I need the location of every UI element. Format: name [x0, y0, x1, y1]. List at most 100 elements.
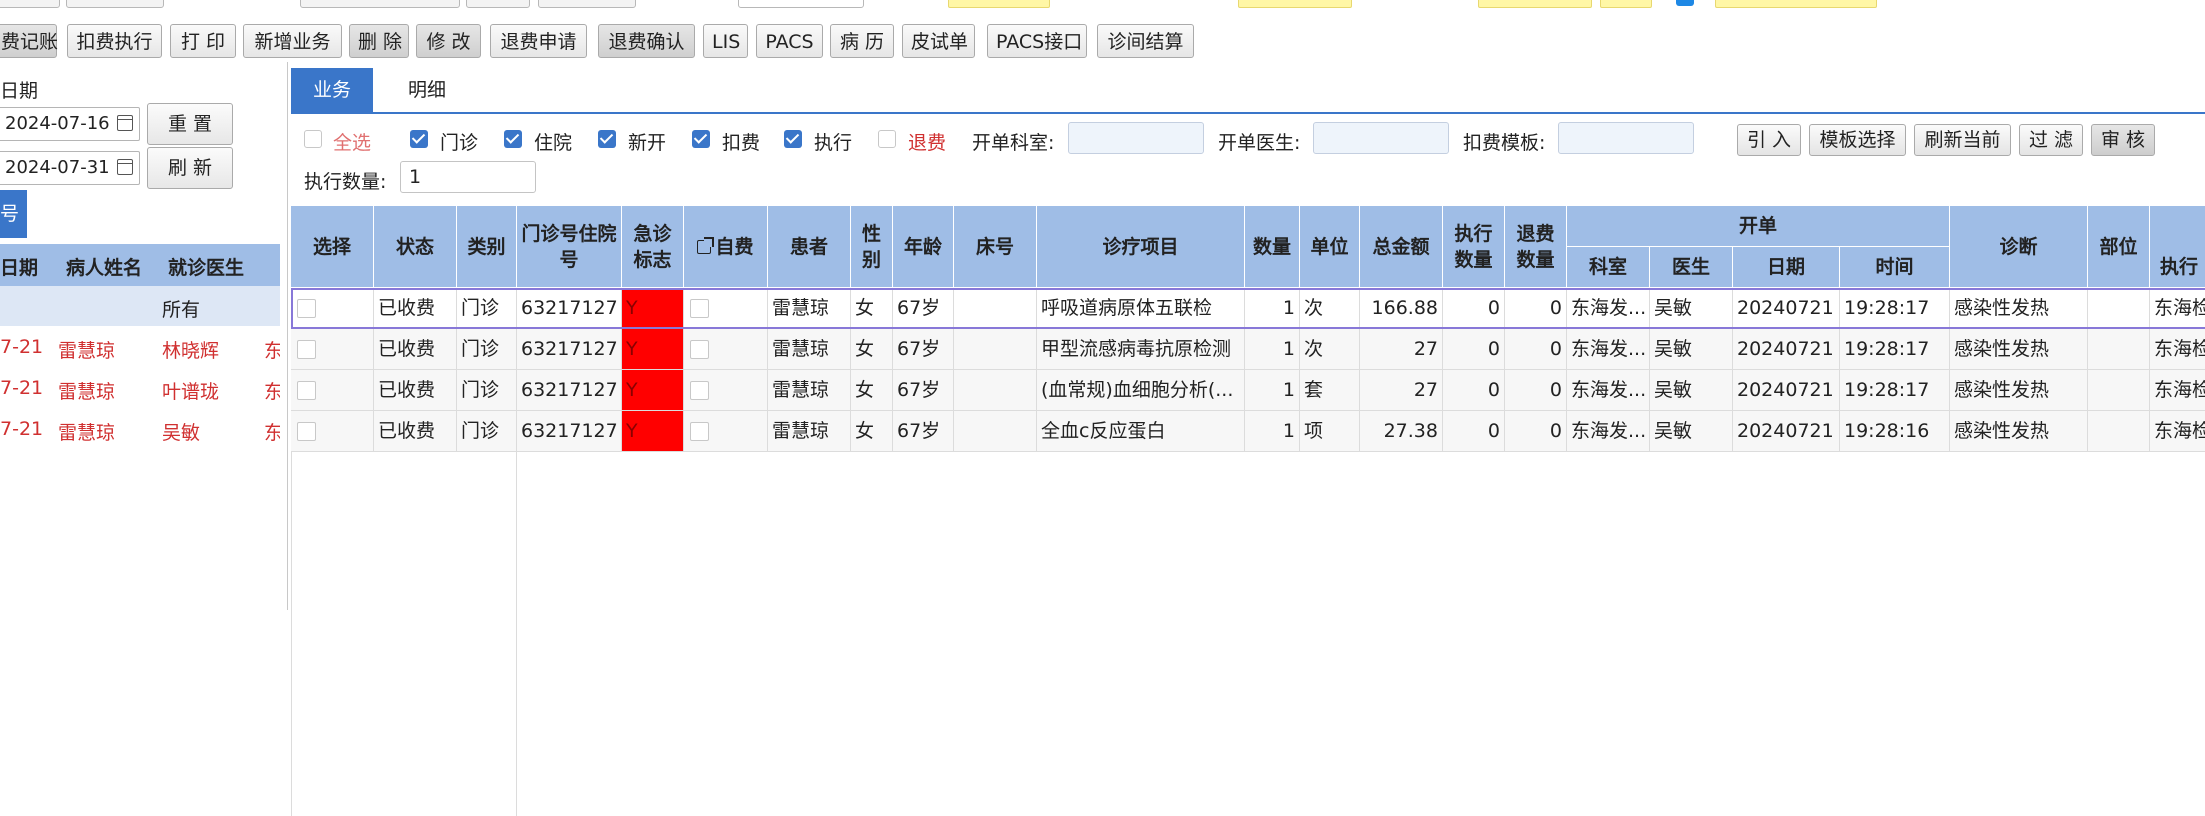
row-checkbox[interactable]	[690, 381, 709, 400]
row-self-pay[interactable]	[684, 329, 768, 370]
col-date: 日期	[0, 257, 39, 279]
top-partial-field[interactable]	[1600, 0, 1652, 8]
dept-input[interactable]	[1068, 122, 1204, 154]
row-select[interactable]	[291, 370, 374, 411]
header-sex[interactable]: 性别	[851, 206, 893, 288]
row-checkbox[interactable]	[297, 299, 316, 318]
header-part[interactable]: 部位	[2088, 206, 2150, 288]
new-checkbox[interactable]	[598, 130, 616, 148]
header-time[interactable]: 时间	[1840, 247, 1950, 288]
row-name[interactable]: 雷慧琼	[58, 418, 115, 445]
header-self-pay[interactable]: 自费	[684, 206, 768, 288]
template-input[interactable]	[1558, 122, 1694, 154]
header-qty[interactable]: 数量	[1245, 206, 1300, 288]
exec-qty-input[interactable]: 1	[400, 161, 536, 193]
top-partial-field[interactable]	[1715, 0, 1877, 8]
row-age: 67岁	[893, 288, 954, 329]
start-date-field[interactable]: 2024-07-16	[0, 107, 140, 141]
row-item: 呼吸道病原体五联检	[1037, 288, 1245, 329]
row-self-pay[interactable]	[684, 370, 768, 411]
doctor-input[interactable]	[1313, 122, 1449, 154]
pacs-button[interactable]: PACS	[756, 24, 823, 58]
audit-button[interactable]: 审 核	[2091, 124, 2155, 156]
refresh-button[interactable]: 刷 新	[147, 147, 233, 189]
outpatient-checkbox[interactable]	[410, 130, 428, 148]
row-self-pay[interactable]	[684, 288, 768, 329]
filter-all[interactable]: 所有	[162, 295, 200, 322]
top-partial-button[interactable]	[466, 0, 530, 8]
refund-request-button[interactable]: 退费申请	[490, 24, 587, 58]
row-checkbox[interactable]	[297, 422, 316, 441]
header-patient-no[interactable]: 门诊号住院号	[517, 206, 622, 288]
header-select[interactable]: 选择	[291, 206, 374, 288]
reset-button[interactable]: 重 置	[147, 103, 233, 145]
row-checkbox[interactable]	[690, 340, 709, 359]
refund-checkbox[interactable]	[878, 130, 896, 148]
row-select[interactable]	[291, 288, 374, 329]
header-unit[interactable]: 单位	[1300, 206, 1360, 288]
delete-button[interactable]: 删 除	[349, 24, 409, 58]
pacs-interface-button[interactable]: PACS接口	[987, 24, 1087, 58]
header-item[interactable]: 诊疗项目	[1037, 206, 1245, 288]
refund-confirm-button[interactable]: 退费确认	[598, 24, 695, 58]
tab-detail[interactable]: 明细	[386, 68, 468, 113]
new-business-button[interactable]: 新增业务	[243, 24, 342, 58]
print-button[interactable]: 打 印	[170, 24, 236, 58]
header-doctor[interactable]: 医生	[1650, 247, 1733, 288]
header-refund-qty[interactable]: 退费数量	[1505, 206, 1567, 288]
top-partial-field[interactable]	[300, 0, 460, 8]
top-partial-field[interactable]	[738, 0, 864, 8]
billing-button[interactable]: 费记账	[0, 24, 58, 58]
header-status[interactable]: 状态	[374, 206, 457, 288]
row-select[interactable]	[291, 329, 374, 370]
filter-button[interactable]: 过 滤	[2019, 124, 2083, 156]
header-date[interactable]: 日期	[1733, 247, 1840, 288]
deduct-execute-button[interactable]: 扣费执行	[67, 24, 162, 58]
skin-test-button[interactable]: 皮试单	[902, 24, 975, 58]
medical-record-button[interactable]: 病 历	[830, 24, 894, 58]
row-name[interactable]: 雷慧琼	[58, 336, 115, 363]
top-checkbox-icon[interactable]	[1676, 0, 1694, 6]
header-amount[interactable]: 总金额	[1360, 206, 1443, 288]
end-date-field[interactable]: 2024-07-31	[0, 151, 140, 185]
lis-button[interactable]: LIS	[703, 24, 748, 58]
top-partial-button[interactable]	[66, 0, 164, 8]
top-partial-button[interactable]	[0, 0, 60, 8]
row-name[interactable]: 雷慧琼	[58, 377, 115, 404]
header-bed[interactable]: 床号	[954, 206, 1037, 288]
header-dept[interactable]: 科室	[1567, 247, 1650, 288]
top-partial-field[interactable]	[1238, 0, 1352, 8]
template-select-button[interactable]: 模板选择	[1809, 124, 1906, 156]
row-checkbox[interactable]	[297, 340, 316, 359]
top-partial-field[interactable]	[948, 0, 1050, 8]
row-checkbox[interactable]	[690, 299, 709, 318]
panel-divider[interactable]	[287, 62, 288, 610]
top-partial-button[interactable]	[538, 0, 636, 8]
header-exec-qty[interactable]: 执行数量	[1443, 206, 1505, 288]
calendar-icon[interactable]	[117, 115, 133, 131]
header-exec-dept[interactable]: 执行	[2150, 247, 2205, 288]
edit-button[interactable]: 修 改	[416, 24, 481, 58]
clinic-settle-button[interactable]: 诊间结算	[1097, 24, 1194, 58]
header-age[interactable]: 年龄	[893, 206, 954, 288]
row-checkbox[interactable]	[297, 381, 316, 400]
new-label: 新开	[628, 132, 667, 154]
header-patient[interactable]: 患者	[768, 206, 851, 288]
execute-checkbox[interactable]	[784, 130, 802, 148]
header-type[interactable]: 类别	[457, 206, 517, 288]
row-checkbox[interactable]	[690, 422, 709, 441]
deduct-checkbox[interactable]	[692, 130, 710, 148]
header-diagnosis[interactable]: 诊断	[1950, 206, 2088, 288]
row-self-pay[interactable]	[684, 411, 768, 452]
template-label: 扣费模板:	[1463, 132, 1546, 154]
header-urgent[interactable]: 急诊标志	[622, 206, 684, 288]
patient-tab[interactable]: 号	[0, 190, 27, 238]
import-button[interactable]: 引 入	[1737, 124, 1801, 156]
top-partial-field[interactable]	[1478, 0, 1592, 8]
select-all-checkbox[interactable]	[304, 130, 322, 148]
row-select[interactable]	[291, 411, 374, 452]
inpatient-checkbox[interactable]	[504, 130, 522, 148]
refresh-current-button[interactable]: 刷新当前	[1914, 124, 2011, 156]
calendar-icon[interactable]	[117, 159, 133, 175]
tab-business[interactable]: 业务	[291, 68, 373, 113]
